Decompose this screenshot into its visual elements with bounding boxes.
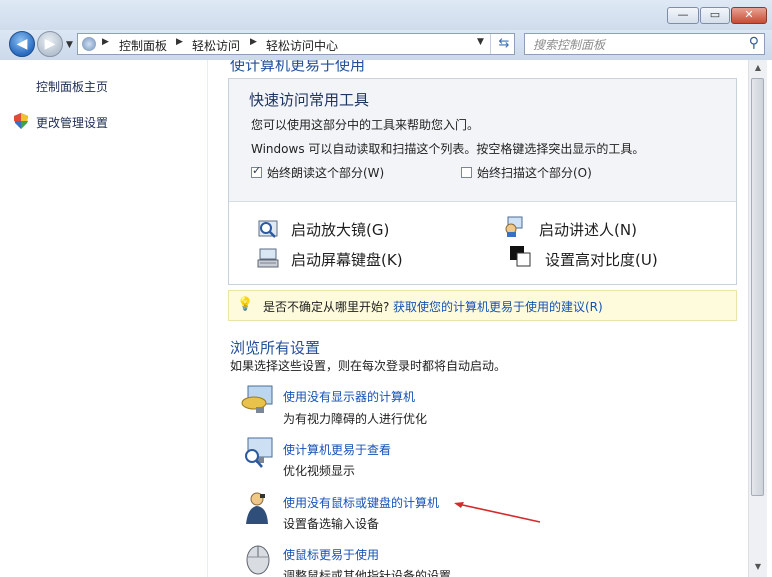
start-narrator-link[interactable]: 启动讲述人(N) bbox=[539, 219, 637, 240]
close-icon: ✕ bbox=[744, 8, 754, 21]
quick-access-header: 快速访问常用工具 您可以使用这部分中的工具来帮助您入门。 Windows 可以自… bbox=[229, 79, 736, 202]
vertical-scrollbar[interactable]: ▲ ▼ bbox=[748, 60, 767, 577]
use-without-mouse-keyboard-link[interactable]: 使用没有鼠标或键盘的计算机 bbox=[283, 494, 439, 511]
tip-bar: 💡 是否不确定从哪里开始? 获取使您的计算机更易于使用的建议(R) bbox=[228, 290, 737, 321]
start-on-screen-keyboard-link[interactable]: 启动屏幕键盘(K) bbox=[291, 249, 403, 270]
quick-access-panel: 快速访问常用工具 您可以使用这部分中的工具来帮助您入门。 Windows 可以自… bbox=[228, 78, 737, 285]
scroll-up-icon[interactable]: ▲ bbox=[750, 60, 766, 76]
title-bar: — ▭ ✕ bbox=[0, 0, 772, 30]
maximize-button[interactable]: ▭ bbox=[700, 7, 730, 24]
main-content: 使计算机更易于使用 快速访问常用工具 您可以使用这部分中的工具来帮助您入门。 W… bbox=[208, 60, 748, 577]
refresh-icon: ⇆ bbox=[498, 36, 510, 51]
always-scan-label[interactable]: 始终扫描这个部分(O) bbox=[477, 164, 592, 181]
annotation-arrow bbox=[454, 502, 541, 523]
address-dropdown-icon[interactable]: ▼ bbox=[477, 37, 484, 47]
make-easier-to-see-description: 优化视频显示 bbox=[283, 464, 356, 478]
sidebar-link-control-panel-home[interactable]: 控制面板主页 bbox=[36, 78, 108, 95]
set-high-contrast-link[interactable]: 设置高对比度(U) bbox=[545, 249, 658, 270]
tip-question: 是否不确定从哪里开始? bbox=[263, 300, 390, 314]
search-input[interactable] bbox=[531, 35, 735, 55]
on-screen-keyboard-icon bbox=[257, 248, 279, 268]
get-recommendations-link[interactable]: 获取使您的计算机更易于使用的建议(R) bbox=[393, 298, 603, 315]
lightbulb-icon: 💡 bbox=[237, 297, 254, 312]
section-heading-make-computer-easier: 使计算机更易于使用 bbox=[230, 60, 366, 74]
breadcrumb-separator-icon[interactable]: ▶ bbox=[250, 37, 257, 47]
breadcrumb-control-panel[interactable]: 控制面板 bbox=[119, 37, 167, 54]
search-box[interactable]: ⚲ bbox=[524, 33, 765, 55]
shield-icon bbox=[14, 113, 28, 129]
scrollbar-thumb[interactable] bbox=[751, 78, 764, 496]
make-mouse-easier-link[interactable]: 使鼠标更易于使用 bbox=[283, 546, 379, 563]
browse-all-settings-heading: 浏览所有设置 bbox=[230, 339, 321, 357]
quick-access-scan-description: Windows 可以自动读取和扫描这个列表。按空格键选择突出显示的工具。 bbox=[251, 142, 645, 156]
make-mouse-easier-description: 调整鼠标或其他指针设备的设置 bbox=[283, 569, 452, 577]
address-bar[interactable]: ▶ 控制面板 ▶ 轻松访问 ▶ 轻松访问中心 ▼ ⇆ bbox=[77, 33, 515, 55]
forward-arrow-icon: ▶ bbox=[44, 36, 56, 52]
search-icon[interactable]: ⚲ bbox=[749, 35, 759, 51]
minimize-icon: — bbox=[677, 8, 689, 21]
use-without-display-description: 为有视力障碍的人进行优化 bbox=[283, 412, 428, 426]
quick-access-description: 您可以使用这部分中的工具来帮助您入门。 bbox=[251, 118, 480, 132]
forward-button[interactable]: ▶ bbox=[37, 31, 63, 57]
narrator-icon bbox=[505, 216, 523, 237]
sidebar: 控制面板主页 更改管理设置 bbox=[0, 60, 208, 577]
sidebar-link-change-admin-settings[interactable]: 更改管理设置 bbox=[36, 114, 108, 131]
high-contrast-icon bbox=[510, 246, 531, 267]
control-panel-icon bbox=[82, 37, 96, 51]
breadcrumb-ease-of-access-center[interactable]: 轻松访问中心 bbox=[266, 37, 338, 54]
breadcrumb-ease-of-access[interactable]: 轻松访问 bbox=[192, 37, 240, 54]
person-icon bbox=[246, 492, 268, 524]
minimize-button[interactable]: — bbox=[667, 7, 699, 24]
always-scan-checkbox[interactable] bbox=[461, 167, 472, 178]
back-button[interactable]: ◀ bbox=[9, 31, 35, 57]
breadcrumb-separator-icon[interactable]: ▶ bbox=[176, 37, 183, 47]
refresh-button[interactable]: ⇆ bbox=[490, 34, 517, 54]
always-read-checkbox[interactable] bbox=[251, 164, 262, 178]
use-without-mouse-keyboard-description: 设置备选输入设备 bbox=[283, 517, 380, 531]
breadcrumb-separator-icon[interactable]: ▶ bbox=[102, 37, 109, 47]
monitor-speaker-icon bbox=[241, 385, 273, 413]
mouse-icon bbox=[246, 545, 270, 575]
monitor-magnifier-icon bbox=[245, 437, 273, 468]
start-magnifier-link[interactable]: 启动放大镜(G) bbox=[291, 219, 389, 240]
use-without-display-link[interactable]: 使用没有显示器的计算机 bbox=[283, 388, 415, 405]
maximize-icon: ▭ bbox=[709, 8, 721, 21]
make-easier-to-see-link[interactable]: 使计算机更易于查看 bbox=[283, 441, 391, 458]
back-arrow-icon: ◀ bbox=[16, 36, 28, 52]
close-button[interactable]: ✕ bbox=[731, 7, 767, 24]
always-read-label[interactable]: 始终朗读这个部分(W) bbox=[267, 164, 384, 181]
browse-all-settings-intro: 如果选择这些设置，则在每次登录时都将自动启动。 bbox=[230, 359, 507, 373]
navigation-bar: ◀ ▶ ▼ ▶ 控制面板 ▶ 轻松访问 ▶ 轻松访问中心 ▼ ⇆ ⚲ bbox=[0, 30, 772, 60]
magnifier-icon bbox=[258, 220, 278, 238]
quick-access-title: 快速访问常用工具 bbox=[249, 91, 370, 109]
recent-pages-dropdown-icon[interactable]: ▼ bbox=[66, 40, 73, 50]
scroll-down-icon[interactable]: ▼ bbox=[750, 559, 766, 575]
